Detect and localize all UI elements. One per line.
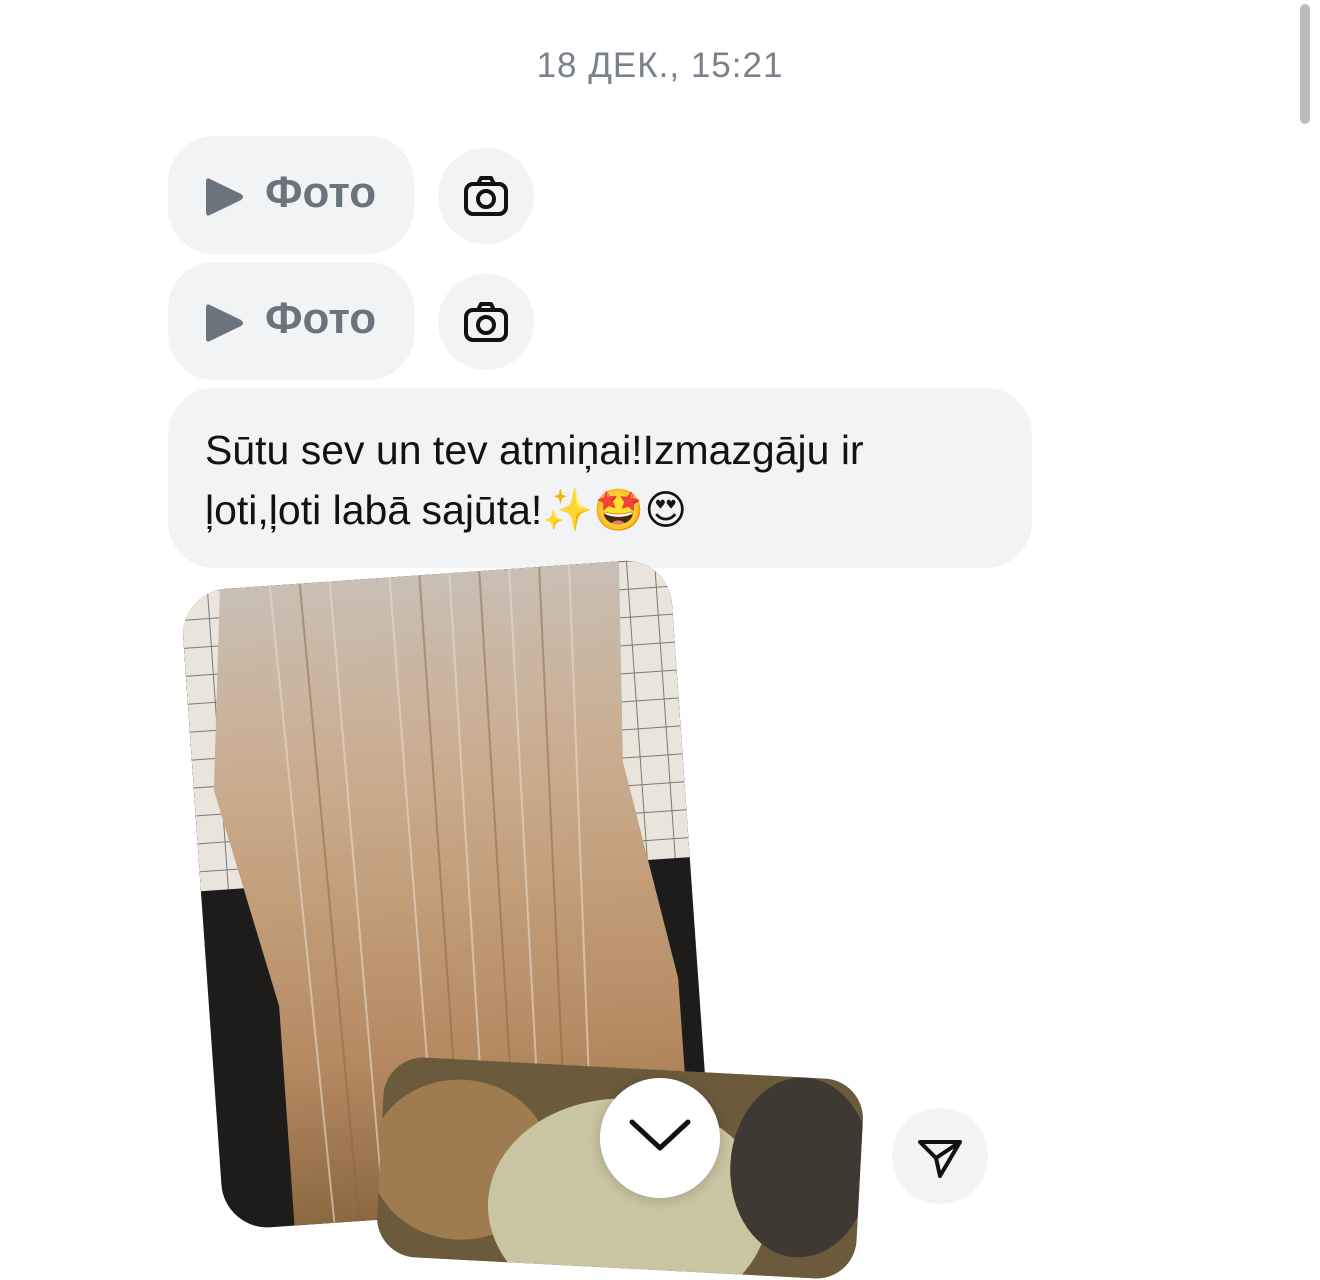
send-button[interactable] bbox=[892, 1108, 988, 1204]
camera-icon bbox=[464, 302, 508, 342]
camera-icon bbox=[464, 176, 508, 216]
photo-message-pill[interactable]: Фото bbox=[168, 136, 414, 254]
photo-label: Фото bbox=[265, 168, 377, 217]
chat-timestamp: 18 ДЕК., 15:21 bbox=[536, 46, 784, 85]
camera-button[interactable] bbox=[438, 148, 534, 244]
scroll-down-button[interactable] bbox=[600, 1078, 720, 1198]
message-text: Sūtu sev un tev atmiņai!Izmazgāju ir ļot… bbox=[205, 420, 1005, 540]
play-icon bbox=[206, 304, 243, 342]
camera-button[interactable] bbox=[438, 274, 534, 370]
chevron-down-icon bbox=[629, 1119, 691, 1151]
send-icon bbox=[918, 1140, 962, 1178]
scrollbar[interactable] bbox=[1300, 4, 1310, 124]
play-icon bbox=[206, 178, 243, 216]
photo-label: Фото bbox=[265, 294, 377, 343]
text-message-bubble[interactable]: Sūtu sev un tev atmiņai!Izmazgāju ir ļot… bbox=[168, 388, 1032, 568]
message-line: ļoti,ļoti labā sajūta!✨🤩😍 bbox=[205, 487, 688, 533]
photo-message-pill[interactable]: Фото bbox=[168, 262, 414, 380]
message-line: Sūtu sev un tev atmiņai!Izmazgāju ir bbox=[205, 427, 864, 473]
